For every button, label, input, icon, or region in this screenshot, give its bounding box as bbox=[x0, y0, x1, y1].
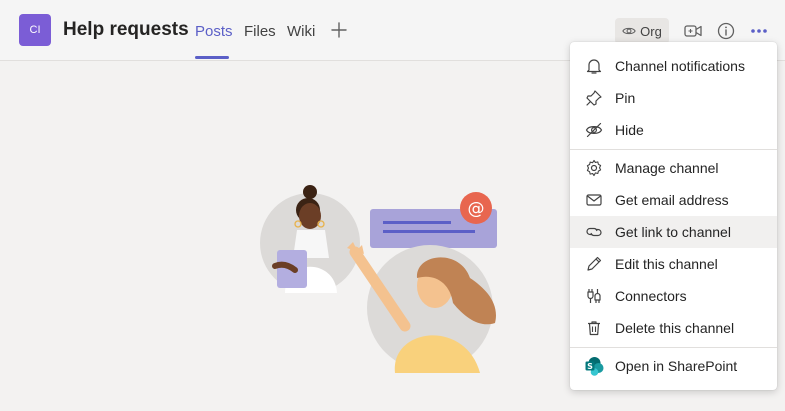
menu-item-pin[interactable]: Pin bbox=[570, 82, 777, 114]
trash-icon bbox=[584, 318, 604, 338]
channel-title: Help requests bbox=[63, 19, 189, 40]
menu-item-hide[interactable]: Hide bbox=[570, 114, 777, 146]
menu-item-label: Delete this channel bbox=[615, 320, 735, 336]
menu-item-open-in-sharepoint[interactable]: S Open in SharePoint bbox=[570, 350, 777, 382]
org-button[interactable]: Org bbox=[615, 18, 669, 44]
eye-off-icon bbox=[584, 120, 604, 140]
org-label: Org bbox=[640, 23, 662, 39]
tab-posts[interactable]: Posts bbox=[195, 23, 233, 40]
channel-options-menu: Channel notifications Pin Hide Manage ch… bbox=[570, 42, 777, 390]
tab-wiki[interactable]: Wiki bbox=[287, 23, 315, 40]
menu-item-label: Get email address bbox=[615, 192, 729, 208]
menu-item-get-link-to-channel[interactable]: Get link to channel bbox=[570, 216, 777, 248]
menu-item-label: Hide bbox=[615, 122, 644, 138]
svg-text:S: S bbox=[587, 362, 593, 371]
menu-item-label: Channel notifications bbox=[615, 58, 745, 74]
menu-item-channel-notifications[interactable]: Channel notifications bbox=[570, 50, 777, 82]
plug-icon bbox=[584, 286, 604, 306]
menu-item-label: Connectors bbox=[615, 288, 687, 304]
menu-item-label: Open in SharePoint bbox=[615, 358, 738, 374]
more-options-icon[interactable] bbox=[748, 20, 770, 42]
tab-files[interactable]: Files bbox=[244, 23, 276, 40]
menu-item-edit-this-channel[interactable]: Edit this channel bbox=[570, 248, 777, 280]
active-tab-indicator bbox=[195, 56, 229, 59]
menu-divider bbox=[570, 347, 777, 348]
menu-item-label: Manage channel bbox=[615, 160, 719, 176]
pin-icon bbox=[584, 88, 604, 108]
pencil-icon bbox=[584, 254, 604, 274]
welcome-illustration: @ bbox=[255, 178, 505, 378]
info-icon[interactable] bbox=[715, 20, 737, 42]
menu-item-label: Get link to channel bbox=[615, 224, 731, 240]
link-icon bbox=[584, 222, 604, 242]
eye-icon bbox=[622, 24, 636, 38]
menu-item-manage-channel[interactable]: Manage channel bbox=[570, 152, 777, 184]
plus-icon[interactable] bbox=[329, 20, 349, 40]
menu-item-delete-this-channel[interactable]: Delete this channel bbox=[570, 312, 777, 344]
menu-divider bbox=[570, 149, 777, 150]
bell-icon bbox=[584, 56, 604, 76]
menu-item-label: Edit this channel bbox=[615, 256, 718, 272]
mail-icon bbox=[584, 190, 604, 210]
video-camera-icon[interactable] bbox=[682, 20, 704, 42]
gear-icon bbox=[584, 158, 604, 178]
menu-item-label: Pin bbox=[615, 90, 636, 106]
menu-item-get-email-address[interactable]: Get email address bbox=[570, 184, 777, 216]
svg-text:@: @ bbox=[468, 199, 485, 219]
sharepoint-icon: S bbox=[584, 356, 604, 376]
menu-item-connectors[interactable]: Connectors bbox=[570, 280, 777, 312]
team-avatar[interactable]: CI bbox=[19, 14, 51, 46]
